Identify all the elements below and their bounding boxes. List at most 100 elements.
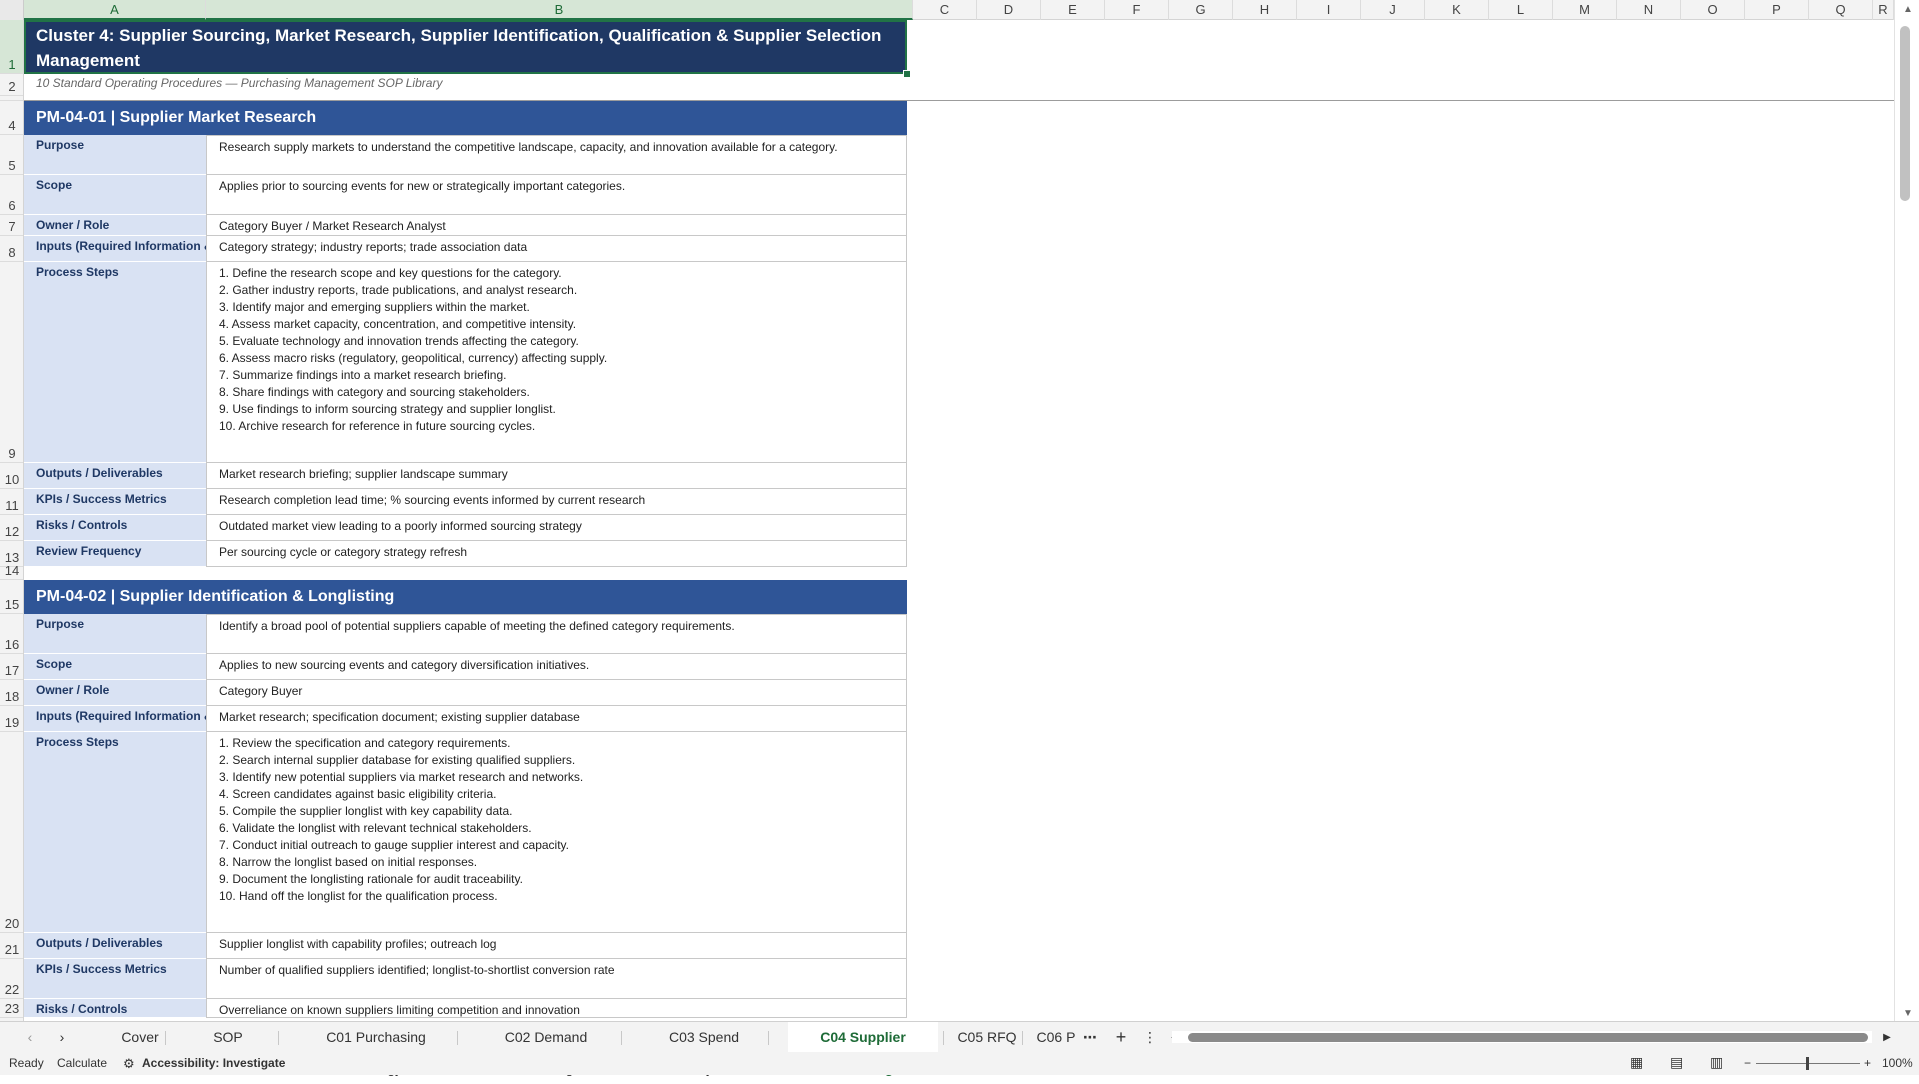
sheet-title-cell[interactable]: Cluster 4: Supplier Sourcing, Market Res…: [24, 20, 907, 74]
scroll-down-icon[interactable]: ▼: [1903, 1008, 1913, 1019]
vertical-scroll-thumb[interactable]: [1900, 26, 1910, 201]
column-header-q[interactable]: Q: [1809, 0, 1873, 20]
column-header-d[interactable]: D: [977, 0, 1041, 20]
field-label[interactable]: Process Steps: [24, 732, 206, 933]
select-all-corner[interactable]: [0, 0, 24, 20]
column-header-j[interactable]: J: [1361, 0, 1425, 20]
field-label[interactable]: Owner / Role: [24, 680, 206, 706]
worksheet-grid[interactable]: Cluster 4: Supplier Sourcing, Market Res…: [24, 20, 1894, 1021]
column-header-c[interactable]: C: [913, 0, 977, 20]
sheet-tab[interactable]: C04 Supplier Sourcing: [788, 1022, 938, 1076]
add-sheet-icon[interactable]: +: [1110, 1022, 1132, 1053]
column-header-e[interactable]: E: [1041, 0, 1105, 20]
process-steps-cell[interactable]: 1. Review the specification and category…: [206, 732, 907, 933]
row-header-17[interactable]: 17: [0, 654, 23, 680]
zoom-level[interactable]: 100%: [1882, 1056, 1913, 1070]
column-header-r[interactable]: R: [1873, 0, 1894, 20]
column-header-a[interactable]: A: [24, 0, 206, 20]
row-header-20[interactable]: 20: [0, 732, 23, 933]
field-value[interactable]: Research completion lead time; % sourcin…: [206, 489, 907, 515]
column-header-k[interactable]: K: [1425, 0, 1489, 20]
sheet-tab[interactable]: SOP Overview: [183, 1022, 273, 1076]
field-value[interactable]: Category Buyer / Market Research Analyst: [206, 215, 907, 236]
field-value[interactable]: Market research; specification document;…: [206, 706, 907, 732]
row-header-1[interactable]: 1: [0, 20, 23, 74]
row-header-10[interactable]: 10: [0, 463, 23, 489]
field-value[interactable]: Identify a broad pool of potential suppl…: [206, 614, 907, 654]
field-value[interactable]: Category Buyer: [206, 680, 907, 706]
horizontal-scroll-thumb[interactable]: [1188, 1033, 1868, 1042]
column-header-m[interactable]: M: [1553, 0, 1617, 20]
row-header-4[interactable]: 4: [0, 101, 23, 135]
sheet-tab[interactable]: C01 Purchasing Strategy: [300, 1022, 452, 1076]
row-header-11[interactable]: 11: [0, 489, 23, 515]
column-header-g[interactable]: G: [1169, 0, 1233, 20]
zoom-in-icon[interactable]: +: [1864, 1056, 1871, 1070]
field-label[interactable]: Scope: [24, 175, 206, 215]
accessibility-icon[interactable]: ⚙: [123, 1056, 135, 1072]
field-label[interactable]: Purpose: [24, 614, 206, 654]
field-label[interactable]: Owner / Role: [24, 215, 206, 236]
field-value[interactable]: Applies to new sourcing events and categ…: [206, 654, 907, 680]
row-header-21[interactable]: 21: [0, 933, 23, 959]
column-header-b[interactable]: B: [206, 0, 913, 20]
column-header-o[interactable]: O: [1681, 0, 1745, 20]
field-label[interactable]: Outputs / Deliverables: [24, 463, 206, 489]
field-label[interactable]: KPIs / Success Metrics: [24, 959, 206, 999]
row-header-2[interactable]: 2: [0, 74, 23, 96]
fill-handle[interactable]: [903, 70, 911, 78]
row-header-9[interactable]: 9: [0, 262, 23, 463]
row-header-8[interactable]: 8: [0, 236, 23, 262]
field-label[interactable]: Scope: [24, 654, 206, 680]
next-sheet-icon[interactable]: ›: [54, 1022, 70, 1053]
field-label[interactable]: Review Frequency: [24, 541, 206, 567]
field-label[interactable]: Purpose: [24, 135, 206, 175]
column-header-l[interactable]: L: [1489, 0, 1553, 20]
page-layout-icon[interactable]: ▤: [1670, 1054, 1683, 1071]
zoom-slider-thumb[interactable]: [1806, 1057, 1809, 1070]
sheet-tab[interactable]: Cover: [120, 1022, 160, 1053]
field-value[interactable]: Overreliance on known suppliers limiting…: [206, 999, 907, 1018]
sheet-tab[interactable]: C06 P: [1035, 1022, 1077, 1053]
field-value[interactable]: Category strategy; industry reports; tra…: [206, 236, 907, 262]
field-label[interactable]: Risks / Controls: [24, 999, 206, 1018]
sop-section-header[interactable]: PM-04-02 | Supplier Identification & Lon…: [24, 580, 907, 614]
field-value[interactable]: Outdated market view leading to a poorly…: [206, 515, 907, 541]
process-steps-cell[interactable]: 1. Define the research scope and key que…: [206, 262, 907, 463]
prev-sheet-icon[interactable]: ‹: [22, 1022, 38, 1053]
field-value[interactable]: Number of qualified suppliers identified…: [206, 959, 907, 999]
sheet-options-icon[interactable]: ⋮: [1143, 1022, 1157, 1053]
field-label[interactable]: Inputs (Required Information & Documents…: [24, 706, 206, 732]
row-header-6[interactable]: 6: [0, 175, 23, 215]
row-header-18[interactable]: 18: [0, 680, 23, 706]
row-header-23[interactable]: 23: [0, 999, 23, 1018]
more-sheets-icon[interactable]: ⋯: [1080, 1022, 1100, 1053]
field-value[interactable]: Applies prior to sourcing events for new…: [206, 175, 907, 215]
row-header-19[interactable]: 19: [0, 706, 23, 732]
zoom-out-icon[interactable]: −: [1744, 1056, 1751, 1070]
scroll-right-icon[interactable]: ▶: [1880, 1022, 1894, 1053]
column-header-p[interactable]: P: [1745, 0, 1809, 20]
sheet-tab[interactable]: C03 Spend Analysis: [645, 1022, 763, 1076]
sop-section-header[interactable]: PM-04-01 | Supplier Market Research: [24, 101, 907, 135]
field-value[interactable]: Research supply markets to understand th…: [206, 135, 907, 175]
row-header-15[interactable]: 15: [0, 580, 23, 614]
row-header-22[interactable]: 22: [0, 959, 23, 999]
calculate-button[interactable]: Calculate: [57, 1056, 107, 1070]
page-break-preview-icon[interactable]: ▥: [1710, 1054, 1723, 1071]
field-label[interactable]: Process Steps: [24, 262, 206, 463]
sheet-tab[interactable]: C05 RFQ: [957, 1022, 1017, 1053]
field-value[interactable]: Supplier longlist with capability profil…: [206, 933, 907, 959]
accessibility-status[interactable]: Accessibility: Investigate: [142, 1056, 285, 1070]
field-label[interactable]: KPIs / Success Metrics: [24, 489, 206, 515]
row-header-12[interactable]: 12: [0, 515, 23, 541]
field-label[interactable]: Outputs / Deliverables: [24, 933, 206, 959]
field-label[interactable]: Inputs (Required Information & Documents…: [24, 236, 206, 262]
column-header-f[interactable]: F: [1105, 0, 1169, 20]
normal-view-icon[interactable]: ▦: [1630, 1054, 1643, 1071]
column-header-h[interactable]: H: [1233, 0, 1297, 20]
row-header-16[interactable]: 16: [0, 614, 23, 654]
field-label[interactable]: Risks / Controls: [24, 515, 206, 541]
field-value[interactable]: Per sourcing cycle or category strategy …: [206, 541, 907, 567]
sheet-tab[interactable]: C02 Demand Planning: [476, 1022, 616, 1076]
